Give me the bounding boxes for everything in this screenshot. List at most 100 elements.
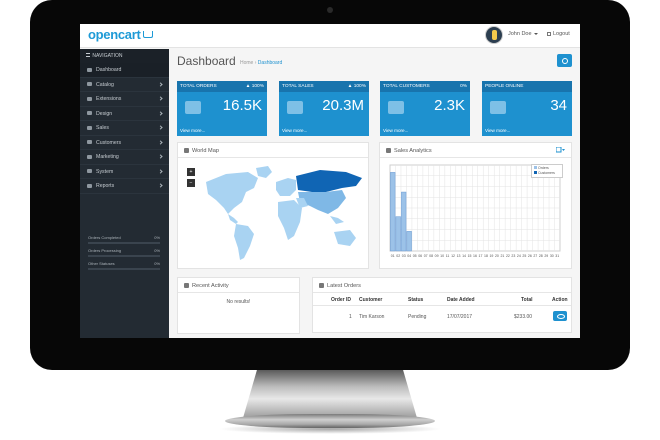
column-customer[interactable]: Customer — [359, 297, 382, 303]
view-more-link[interactable]: View more... — [180, 128, 205, 133]
opencart-logo[interactable]: opencart — [88, 27, 153, 42]
tile-percent: ▲ 100% — [347, 84, 366, 89]
globe-icon — [184, 148, 189, 153]
sidebar-item-catalog[interactable]: Catalog — [80, 78, 169, 92]
column-date-added[interactable]: Date Added — [447, 297, 475, 303]
cell-customer: Tim Karson — [359, 314, 385, 320]
users-icon — [490, 101, 506, 114]
logout-link[interactable]: Logout — [547, 31, 570, 37]
sign-out-icon — [547, 31, 551, 36]
sidebar-item-reports[interactable]: Reports — [80, 179, 169, 194]
map-region-australia — [334, 230, 356, 246]
calendar-dropdown-icon[interactable] — [556, 147, 565, 153]
sidebar-item-sales[interactable]: Sales — [80, 121, 169, 136]
breadcrumb-current[interactable]: Dashboard — [258, 60, 282, 66]
breadcrumb: Home › Dashboard — [240, 60, 282, 66]
x-tick-label: 27 — [533, 254, 537, 258]
chevron-right-icon — [158, 168, 163, 174]
panel-heading: Latest Orders — [313, 278, 571, 293]
dashboard-icon — [87, 67, 92, 72]
progress-other-statuses: Other Statuses 0% — [88, 261, 160, 270]
latest-orders-panel: Latest Orders Order ID Customer Status D… — [312, 277, 572, 333]
progress-label: Orders Processing — [88, 248, 122, 253]
panel-heading: Sales Analytics — [380, 143, 571, 158]
sidebar-item-label: Extensions — [96, 96, 122, 102]
navigation-heading: NAVIGATION — [80, 49, 169, 63]
world-map[interactable] — [196, 162, 366, 266]
x-tick-label: 23 — [511, 254, 515, 258]
map-region-europe — [276, 178, 296, 196]
sidebar-item-label: Reports — [96, 183, 115, 189]
x-tick-label: 05 — [413, 254, 417, 258]
tile-header: TOTAL ORDERS ▲ 100% — [177, 81, 267, 92]
sidebar-item-extensions[interactable]: Extensions — [80, 92, 169, 107]
x-tick-label: 20 — [495, 254, 499, 258]
page-title: Dashboard — [177, 54, 236, 68]
sidebar-item-system[interactable]: System — [80, 165, 169, 179]
tile-percent: ▲ 100% — [245, 84, 264, 89]
user-icon — [87, 140, 92, 144]
x-tick-label: 24 — [517, 254, 521, 258]
x-tick-label: 22 — [506, 254, 510, 258]
user-name[interactable]: John Doe — [508, 31, 532, 37]
menu-bars-icon — [86, 53, 90, 57]
monitor-stand — [243, 370, 417, 418]
sidebar-item-label: Sales — [96, 125, 109, 131]
x-tick-label: 02 — [396, 254, 400, 258]
x-tick-label: 14 — [462, 254, 466, 258]
sidebar-item-dashboard[interactable]: Dashboard — [80, 63, 169, 78]
map-region-north-america — [206, 172, 258, 214]
legend-swatch — [534, 166, 537, 169]
zoom-out-button[interactable]: − — [187, 179, 195, 187]
map-region-africa — [278, 200, 302, 240]
zoom-in-button[interactable]: + — [187, 168, 195, 176]
cart-icon — [185, 101, 201, 114]
cell-total: $233.00 — [514, 314, 533, 320]
settings-button[interactable] — [557, 54, 572, 67]
view-order-button[interactable] — [553, 311, 567, 321]
x-tick-label: 12 — [451, 254, 455, 258]
empty-state-text: No results! — [226, 299, 251, 305]
view-more-link[interactable]: View more... — [485, 128, 510, 133]
tile-header: PEOPLE ONLINE — [482, 81, 572, 92]
webcam-dot — [327, 7, 333, 13]
map-region-south-america — [234, 224, 254, 260]
avatar[interactable] — [485, 26, 503, 44]
chevron-right-icon — [158, 139, 163, 145]
table-header-row: Order ID Customer Status Date Added Tota… — [313, 293, 571, 306]
tile-title: TOTAL SALES — [282, 84, 314, 89]
stand-shadow — [218, 424, 442, 434]
x-tick-label: 28 — [539, 254, 543, 258]
legend-label: Customers — [538, 171, 555, 175]
sidebar-item-design[interactable]: Design — [80, 107, 169, 121]
column-total[interactable]: Total — [521, 297, 533, 303]
x-tick-label: 03 — [402, 254, 406, 258]
chart-legend: Orders Customers — [531, 164, 563, 178]
column-status[interactable]: Status — [408, 297, 423, 303]
column-order-id[interactable]: Order ID — [331, 297, 351, 303]
calendar-icon — [184, 283, 189, 288]
puzzle-icon — [87, 96, 92, 101]
view-more-link[interactable]: View more... — [383, 128, 408, 133]
x-tick-label: 15 — [468, 254, 472, 258]
map-region-southeast-asia — [330, 216, 344, 224]
sidebar-item-customers[interactable]: Customers — [80, 136, 169, 150]
breadcrumb-home[interactable]: Home — [240, 60, 253, 66]
panel-heading: Recent Activity — [178, 278, 299, 293]
cell-date-added: 17/07/2017 — [447, 314, 473, 320]
chevron-down-icon[interactable] — [534, 33, 538, 35]
chevron-right-icon — [158, 81, 163, 87]
top-header: opencart John Doe Logout — [80, 24, 580, 48]
sales-analytics-panel: Sales Analytics 01 02 03 04 05 06 07 08 09 10 11 12… — [379, 142, 572, 269]
sidebar-item-marketing[interactable]: Marketing — [80, 150, 169, 165]
view-more-link[interactable]: View more... — [282, 128, 307, 133]
bar-chart-icon — [386, 148, 391, 153]
tile-value: 20.3M — [322, 97, 364, 114]
x-tick-label: 06 — [418, 254, 422, 258]
progress-bar — [88, 242, 160, 244]
progress-orders-completed: Orders Completed 0% — [88, 235, 160, 244]
legend-item-customers: Customers — [534, 171, 562, 176]
x-tick-label: 16 — [473, 254, 477, 258]
bar-orders-03 — [401, 191, 407, 252]
tile-percent: 0% — [460, 84, 467, 89]
